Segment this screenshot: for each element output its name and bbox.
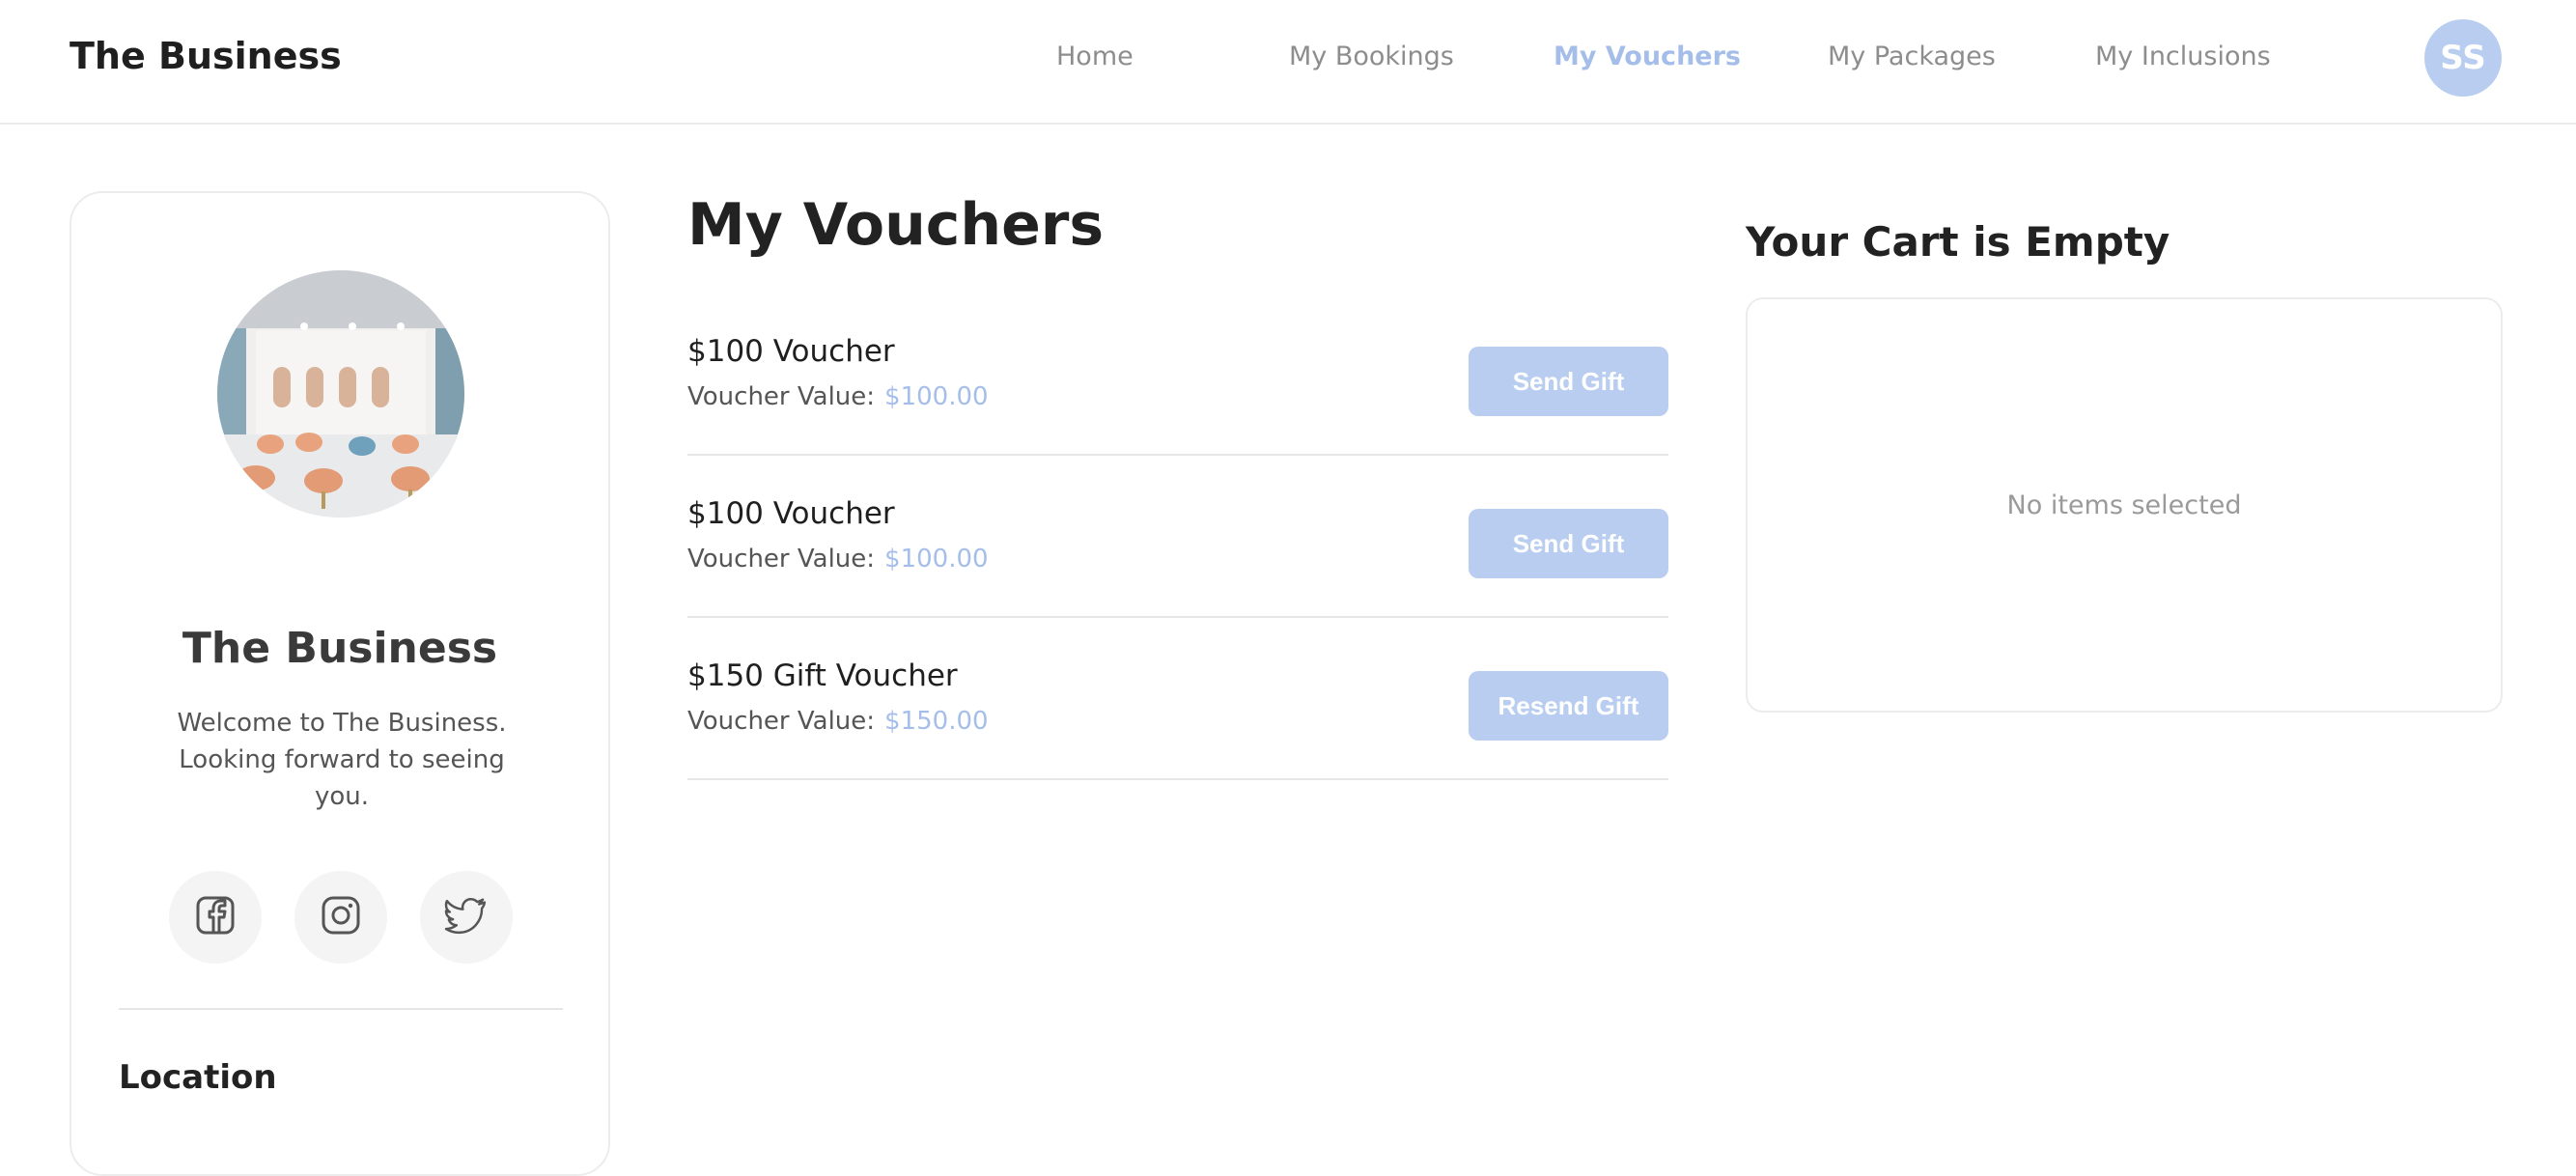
page-title: My Vouchers bbox=[687, 191, 1105, 259]
voucher-value-line: Voucher Value: $150.00 bbox=[687, 707, 989, 736]
nav-my-packages[interactable]: My Packages bbox=[1828, 42, 1996, 71]
voucher-value-line: Voucher Value: $100.00 bbox=[687, 382, 989, 411]
twitter-button[interactable] bbox=[420, 871, 513, 964]
profile-divider bbox=[119, 1008, 563, 1010]
voucher-value-amount: $100.00 bbox=[884, 545, 989, 574]
voucher-name: $150 Gift Voucher bbox=[687, 658, 958, 693]
nav-home[interactable]: Home bbox=[1056, 42, 1134, 71]
voucher-name: $100 Voucher bbox=[687, 496, 895, 531]
voucher-value-label: Voucher Value: bbox=[687, 545, 876, 574]
voucher-value-amount: $100.00 bbox=[884, 382, 989, 411]
voucher-value-amount: $150.00 bbox=[884, 707, 989, 736]
send-gift-button[interactable]: Send Gift bbox=[1469, 509, 1668, 578]
voucher-row: $100 Voucher Voucher Value: $100.00 Send … bbox=[687, 294, 1668, 456]
cart-empty-message: No items selected bbox=[2006, 490, 2242, 520]
voucher-row: $150 Gift Voucher Voucher Value: $150.00 … bbox=[687, 618, 1668, 780]
business-name: The Business bbox=[182, 624, 498, 673]
cart-panel: No items selected bbox=[1746, 297, 2503, 713]
resend-gift-button[interactable]: Resend Gift bbox=[1469, 671, 1668, 741]
user-avatar[interactable]: SS bbox=[2424, 19, 2502, 97]
twitter-icon bbox=[444, 894, 489, 940]
instagram-icon bbox=[320, 894, 362, 940]
voucher-value-line: Voucher Value: $100.00 bbox=[687, 545, 989, 574]
voucher-row: $100 Voucher Voucher Value: $100.00 Send … bbox=[687, 456, 1668, 618]
top-navigation-bar: The Business Home My Bookings My Voucher… bbox=[0, 0, 2576, 125]
business-welcome-text: Welcome to The Business. Looking forward… bbox=[177, 709, 507, 811]
voucher-name: $100 Voucher bbox=[687, 334, 895, 369]
nav-my-vouchers[interactable]: My Vouchers bbox=[1554, 42, 1741, 71]
facebook-icon bbox=[194, 894, 237, 940]
voucher-value-label: Voucher Value: bbox=[687, 707, 876, 736]
send-gift-button[interactable]: Send Gift bbox=[1469, 347, 1668, 416]
facebook-button[interactable] bbox=[169, 871, 262, 964]
nav-my-bookings[interactable]: My Bookings bbox=[1289, 42, 1454, 71]
instagram-button[interactable] bbox=[294, 871, 387, 964]
location-heading: Location bbox=[119, 1058, 277, 1097]
business-profile-card: The Business Welcome to The Business. Lo… bbox=[70, 191, 610, 1176]
nav-my-inclusions[interactable]: My Inclusions bbox=[2095, 42, 2271, 71]
brand-logo-text[interactable]: The Business bbox=[70, 35, 342, 77]
cart-title: Your Cart is Empty bbox=[1746, 218, 2170, 266]
voucher-value-label: Voucher Value: bbox=[687, 382, 876, 411]
business-photo bbox=[217, 270, 464, 518]
